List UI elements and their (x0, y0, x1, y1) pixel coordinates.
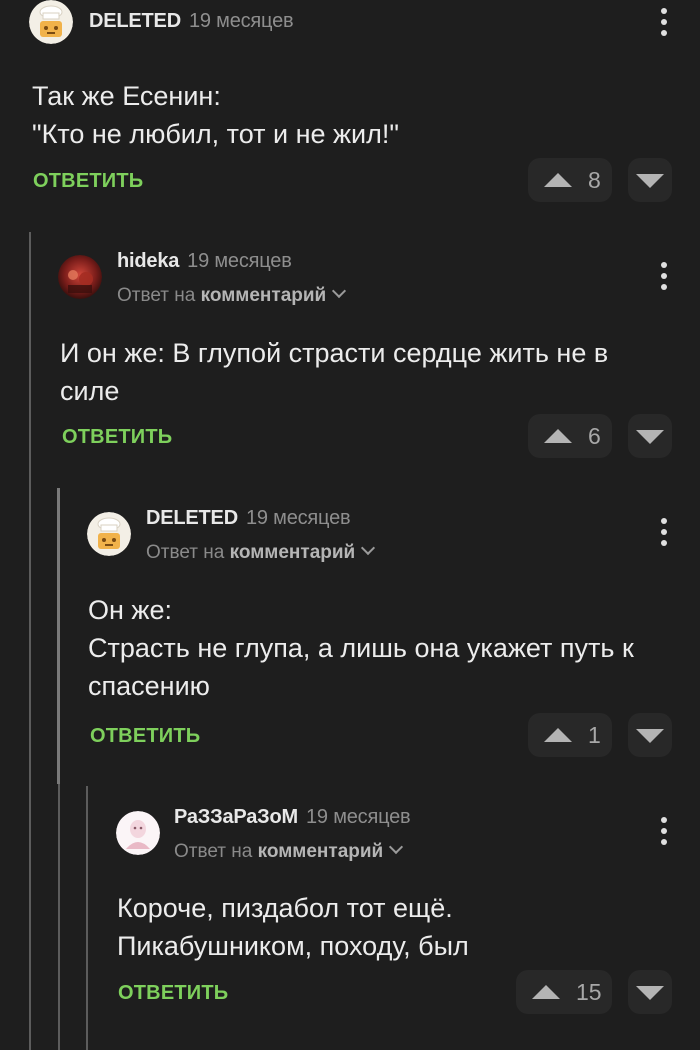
comment-line: Пикабушником, походу, был (117, 931, 469, 961)
reply-to-line[interactable]: Ответ на комментарий (174, 839, 404, 863)
reply-button[interactable]: ОТВЕТИТЬ (118, 982, 228, 1005)
vote-count: 15 (576, 978, 602, 1005)
timestamp: 19 месяцев (306, 806, 411, 828)
comment: РаЗЗаРаЗоМ 19 месяцев Ответ на комментари… (0, 0, 700, 1050)
comment-line: Короче, пиздабол тот ещё. (117, 893, 453, 923)
comment-text: Короче, пиздабол тот ещё. Пикабушником, … (117, 889, 469, 965)
avatar[interactable] (116, 811, 160, 855)
pink-avatar-icon (116, 811, 160, 855)
arrow-up-icon (532, 985, 560, 999)
downvote-button[interactable] (628, 970, 672, 1014)
author-line: РаЗЗаРаЗоМ 19 месяцев (174, 806, 411, 829)
reply-to-target[interactable]: комментарий (258, 841, 384, 862)
reply-to-prefix: Ответ на (174, 841, 253, 862)
arrow-down-icon (636, 986, 664, 1000)
chevron-down-icon[interactable] (389, 839, 404, 855)
upvote-button[interactable]: 15 (516, 970, 612, 1014)
author-name[interactable]: РаЗЗаРаЗоМ (174, 806, 298, 828)
more-menu-icon[interactable] (656, 817, 672, 847)
